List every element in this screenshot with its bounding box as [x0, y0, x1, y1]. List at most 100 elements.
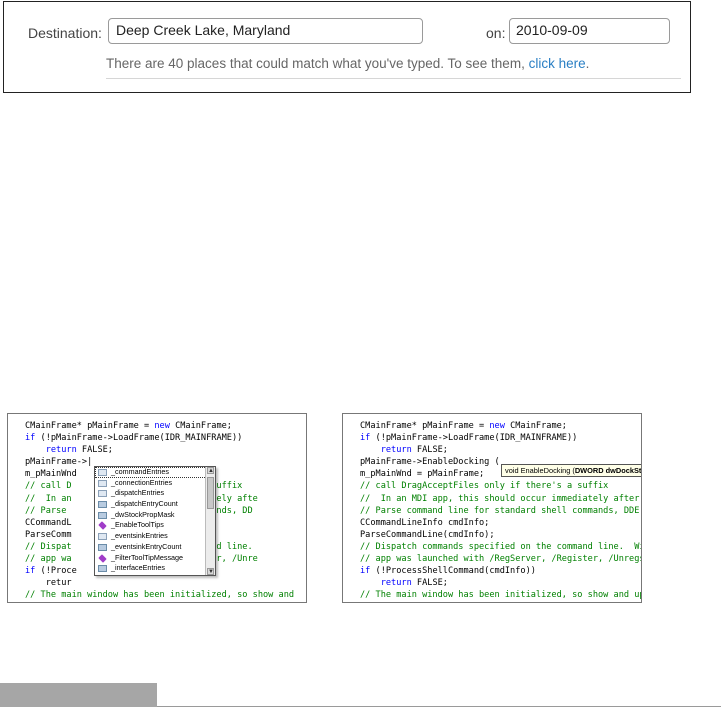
code-line: return FALSE;	[25, 444, 294, 456]
code-token: pMainFrame->ShowWindow(m_nCmdShow);	[360, 602, 541, 603]
match-message: There are 40 places that could match wha…	[106, 56, 589, 71]
code-line: // app was launched with /RegServer, /Re…	[360, 553, 641, 565]
property-icon	[98, 501, 107, 509]
code-line: if (!pMainFrame->LoadFrame(IDR_MAINFRAME…	[360, 432, 641, 444]
code-keyword: if	[360, 433, 371, 444]
code-keyword: return	[380, 445, 412, 456]
click-here-link[interactable]: click here	[529, 56, 586, 71]
code-line: // In an MDI app, this should occur imme…	[360, 493, 641, 505]
field-icon	[98, 469, 107, 476]
autocomplete-list[interactable]: _commandEntries _connectionEntries _dispat…	[94, 466, 216, 576]
code-line: return FALSE;	[360, 444, 641, 456]
code-token: CMainFrame;	[504, 421, 567, 431]
code-line: pMainFrame->ShowWindow(m_nCmdShow);	[360, 601, 641, 603]
autocomplete-item-label: _eventsinkEntryCount	[111, 541, 182, 551]
code-token: CMainFrame* pMainFrame =	[25, 421, 155, 431]
code-token: pMainFrame->|	[25, 457, 93, 468]
parameter-info-tooltip: void EnableDocking (DWORD dwDockStyle)	[501, 464, 642, 477]
autocomplete-item-label: _dispatchEntryCount	[111, 499, 178, 509]
code-line: return FALSE;	[360, 577, 641, 589]
code-line: // The main window has been initialized,…	[25, 589, 294, 601]
code-keyword: return	[45, 445, 77, 456]
code-token: pMainFrame->EnableDocking (	[360, 457, 500, 468]
autocomplete-item[interactable]: _eventsinkEntries	[95, 531, 215, 542]
code-token: ParseCommandLine(cmdInfo);	[360, 529, 495, 540]
autocomplete-item-label: _commandEntries	[111, 467, 169, 476]
field-icon	[98, 533, 107, 541]
code-comment: // Parse command line for standard shell…	[360, 505, 641, 516]
code-comment: // app was launched with /RegServer, /Re…	[360, 554, 641, 565]
code-token: CCommandL	[25, 517, 72, 528]
code-comment: // The main window has been initialized,…	[360, 590, 641, 601]
code-token: FALSE;	[76, 445, 113, 456]
code-line: if (!ProcessShellCommand(cmdInfo))	[360, 565, 641, 577]
code-token: FALSE;	[411, 445, 448, 456]
autocomplete-item-label: _eventsinkEntries	[111, 531, 168, 541]
code-token: CCommandLineInfo cmdInfo;	[360, 517, 490, 528]
autocomplete-item-label: _EnableToolTips	[111, 520, 164, 530]
autocomplete-item-label: _dwStockPropMask	[111, 509, 175, 519]
autocomplete-item[interactable]: _FilterToolTipMessage	[95, 553, 215, 564]
code-line: // call DragAcceptFiles only if there's …	[360, 480, 641, 492]
divider	[106, 78, 681, 79]
code-comment: // In an MDI app, this should occur imme…	[360, 493, 640, 504]
autocomplete-scrollbar[interactable]: ▲ ▼	[205, 467, 215, 575]
autocomplete-item-label: _dispatchEntries	[111, 488, 165, 498]
property-icon	[98, 543, 107, 551]
autocomplete-item[interactable]: _commandEntries	[95, 467, 215, 478]
code-line: // The main window has been initialized,…	[360, 589, 641, 601]
autocomplete-item[interactable]: _dispatchEntryCount	[95, 499, 215, 510]
code-text[interactable]: CMainFrame* pMainFrame = new CMainFrame;…	[360, 420, 641, 603]
destination-form: Destination: Deep Creek Lake, Maryland o…	[3, 1, 691, 93]
code-token: (!pMainFrame->LoadFrame(IDR_MAINFRAME))	[35, 433, 243, 444]
scroll-thumb[interactable]	[207, 477, 214, 509]
code-keyword: if	[360, 566, 371, 577]
autocomplete-item[interactable]: _connectionEntries	[95, 478, 215, 489]
autocomplete-item[interactable]: _eventsinkEntryCount	[95, 542, 215, 553]
code-token: CMainFrame* pMainFrame =	[360, 421, 490, 431]
code-keyword: if	[25, 566, 36, 577]
code-comment: // Dispatch commands specified on the co…	[360, 541, 641, 552]
code-keyword: if	[25, 433, 36, 444]
code-token: m_pMainWnd = pMainFrame;	[360, 469, 485, 480]
field-icon	[98, 479, 107, 487]
code-token: (!pMainFrame->LoadFrame(IDR_MAINFRAME))	[370, 433, 578, 444]
code-line: if (!pMainFrame->LoadFrame(IDR_MAINFRAME…	[25, 432, 294, 444]
destination-input[interactable]: Deep Creek Lake, Maryland	[108, 18, 423, 44]
date-input[interactable]: 2010-09-09	[509, 18, 670, 44]
autocomplete-item[interactable]: _dispatchEntries	[95, 488, 215, 499]
code-token: retur	[25, 578, 72, 589]
code-token: CMainFrame;	[169, 421, 232, 431]
destination-label: Destination:	[28, 25, 102, 41]
code-line: retur	[25, 577, 294, 589]
method-icon	[98, 521, 107, 531]
property-icon	[98, 511, 107, 519]
code-comment: // The main window has been initialized,…	[25, 590, 295, 601]
code-line: CMainFrame* pMainFrame = new CMainFrame;	[25, 420, 294, 432]
code-keyword: return	[380, 578, 412, 589]
autocomplete-item[interactable]: _interfaceEntries	[95, 563, 215, 574]
code-token: FALSE;	[411, 578, 448, 589]
code-token: (!Proce	[35, 566, 77, 577]
code-line: CMainFrame* pMainFrame = new CMainFrame;	[360, 420, 641, 432]
code-token: (!ProcessShellCommand(cmdInfo))	[370, 566, 536, 577]
code-editor-parameter-info: CMainFrame* pMainFrame = new CMainFrame;…	[342, 413, 642, 603]
code-token: m_pMainWnd	[25, 469, 77, 480]
autocomplete-item[interactable]: _EnableToolTips	[95, 520, 215, 531]
code-line: CCommandLineInfo cmdInfo;	[360, 517, 641, 529]
code-line: // Dispatch commands specified on the co…	[360, 541, 641, 553]
tooltip-parameter: DWORD dwDockStyle	[574, 466, 642, 475]
field-icon	[98, 490, 107, 498]
scroll-down-icon[interactable]: ▼	[207, 568, 214, 575]
autocomplete-item-label: _connectionEntries	[111, 477, 173, 487]
autocomplete-item-label: _interfaceEntries	[111, 563, 165, 573]
tooltip-prefix: void EnableDocking (	[505, 466, 575, 475]
scroll-up-icon[interactable]: ▲	[207, 467, 214, 474]
autocomplete-item[interactable]: _dwStockPropMask	[95, 510, 215, 521]
code-token: ParseComm	[25, 529, 72, 540]
code-line: ParseCommandLine(cmdInfo);	[360, 529, 641, 541]
code-token: pMainFrame->ShowWindow(m_nCmdShow);	[25, 602, 206, 603]
